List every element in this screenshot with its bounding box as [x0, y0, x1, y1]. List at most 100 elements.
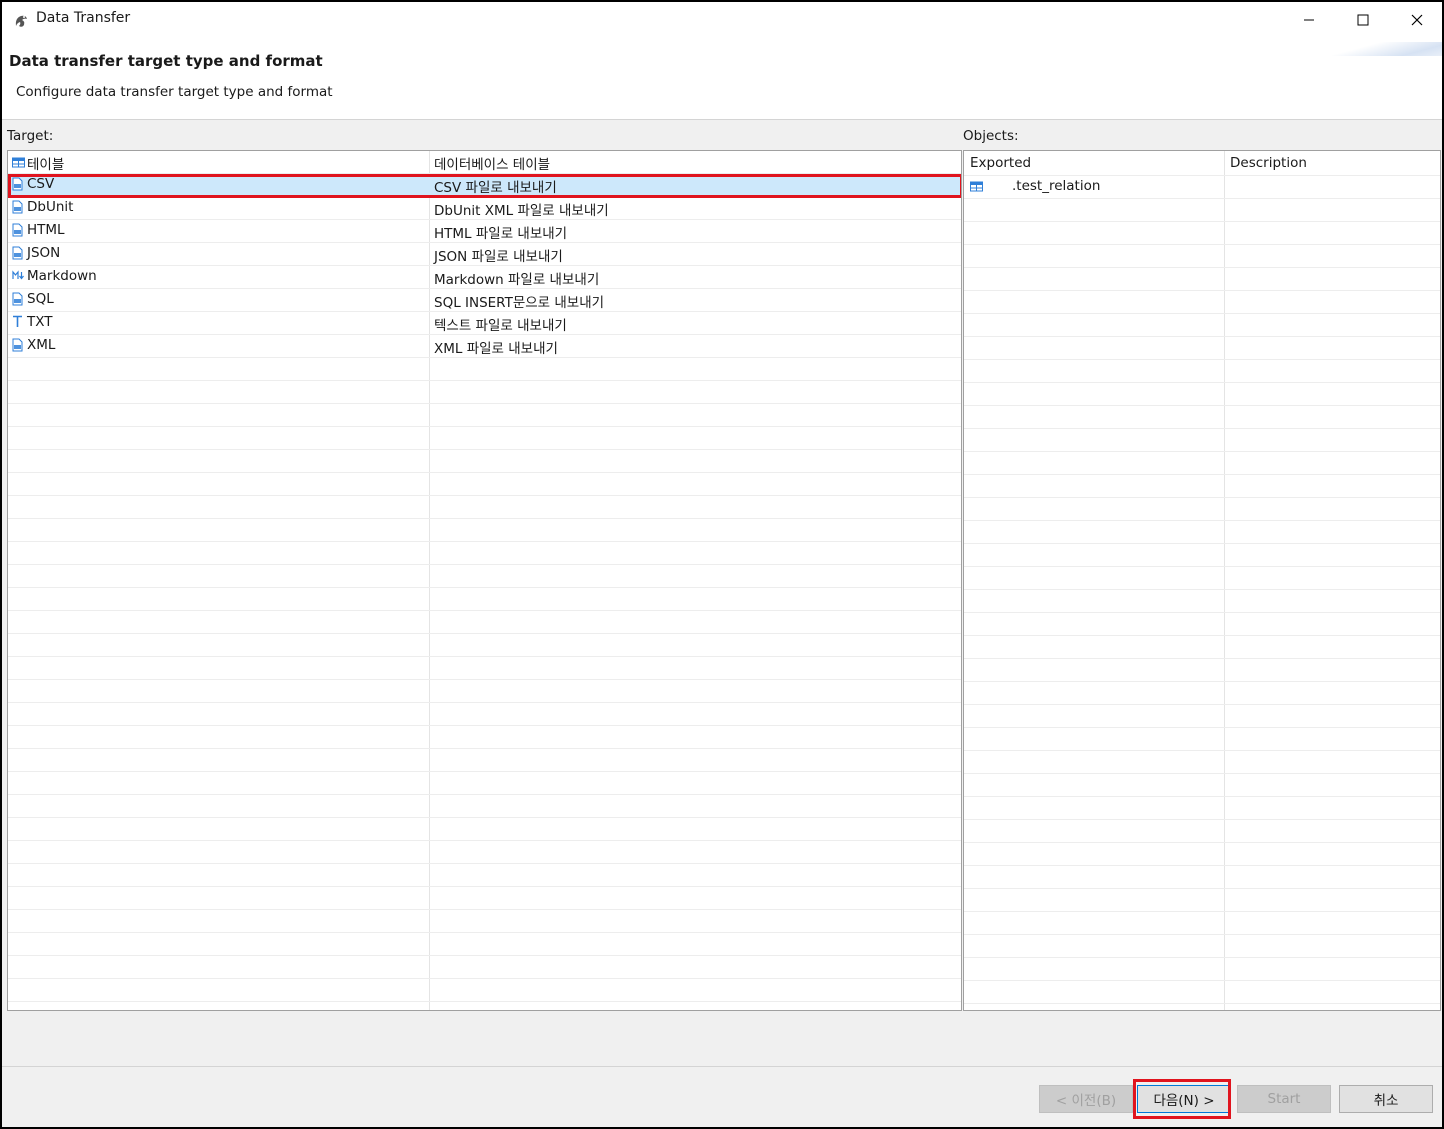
target-row: [8, 611, 961, 634]
target-row[interactable]: 테이블 데이터베이스 테이블: [8, 151, 961, 174]
target-name-cell: JSON: [12, 245, 60, 261]
target-name-cell: SQL: [12, 291, 54, 307]
objects-row: [964, 912, 1440, 935]
target-row[interactable]: Markdown Markdown 파일로 내보내기: [8, 266, 961, 289]
data-transfer-window: Data Transfer Data transfer target type …: [0, 0, 1444, 1129]
target-description: JSON 파일로 내보내기: [434, 249, 563, 265]
minimize-button[interactable]: [1282, 2, 1336, 38]
objects-row: [964, 360, 1440, 383]
file-icon: [12, 338, 25, 353]
objects-row: [964, 498, 1440, 521]
target-row[interactable]: JSON JSON 파일로 내보내기: [8, 243, 961, 266]
target-row: [8, 726, 961, 749]
target-name: Markdown: [27, 268, 97, 284]
target-table[interactable]: 테이블 데이터베이스 테이블 CSV CSV 파일로 내보내기 DbUnit DbUnit…: [7, 150, 962, 1011]
target-description: XML 파일로 내보내기: [434, 341, 558, 357]
objects-row: [964, 797, 1440, 820]
objects-row: [964, 866, 1440, 889]
target-row: [8, 519, 961, 542]
objects-row[interactable]: .test_relation: [964, 176, 1440, 199]
objects-row: [964, 751, 1440, 774]
target-name-cell: HTML: [12, 222, 65, 238]
target-row: [8, 473, 961, 496]
objects-row: [964, 590, 1440, 613]
markdown-icon: [12, 269, 25, 284]
start-button[interactable]: Start: [1237, 1085, 1331, 1113]
target-row: [8, 979, 961, 1002]
file-icon: [12, 200, 25, 215]
objects-row: [964, 245, 1440, 268]
back-button[interactable]: < 이전(B): [1039, 1085, 1133, 1113]
objects-row: [964, 889, 1440, 912]
wizard-header: Data transfer target type and format Con…: [2, 40, 1442, 120]
objects-row: [964, 406, 1440, 429]
target-name-cell: 테이블: [12, 153, 64, 173]
target-name: TXT: [27, 314, 53, 330]
objects-row: [964, 567, 1440, 590]
app-logo-icon: [12, 12, 30, 30]
target-description: CSV 파일로 내보내기: [434, 180, 557, 196]
cancel-button[interactable]: 취소: [1339, 1085, 1433, 1113]
objects-label: Objects:: [963, 128, 1019, 144]
target-row: [8, 565, 961, 588]
target-label: Target:: [7, 128, 54, 144]
objects-row: [964, 199, 1440, 222]
target-row[interactable]: DbUnit DbUnit XML 파일로 내보내기: [8, 197, 961, 220]
file-icon: [12, 292, 25, 307]
target-row[interactable]: SQL SQL INSERT문으로 내보내기: [8, 289, 961, 312]
target-description: HTML 파일로 내보내기: [434, 226, 568, 242]
page-title: Data transfer target type and format: [9, 52, 323, 70]
objects-row: [964, 613, 1440, 636]
target-name: DbUnit: [27, 199, 74, 215]
objects-row: [964, 314, 1440, 337]
column-header[interactable]: Exported: [970, 155, 1031, 171]
target-row: [8, 496, 961, 519]
table-icon: [970, 180, 983, 195]
target-row[interactable]: TXT 텍스트 파일로 내보내기: [8, 312, 961, 335]
target-row[interactable]: CSV CSV 파일로 내보내기: [8, 174, 961, 197]
target-name: HTML: [27, 222, 65, 238]
objects-row: [964, 728, 1440, 751]
objects-row: [964, 268, 1440, 291]
page-description: Configure data transfer target type and …: [16, 84, 333, 100]
maximize-button[interactable]: [1336, 2, 1390, 38]
window-title: Data Transfer: [36, 10, 131, 26]
target-row[interactable]: HTML HTML 파일로 내보내기: [8, 220, 961, 243]
objects-row: [964, 636, 1440, 659]
close-button[interactable]: [1390, 2, 1444, 38]
target-name-cell: TXT: [12, 314, 53, 330]
target-row: [8, 818, 961, 841]
target-name: SQL: [27, 291, 54, 307]
wizard-footer: < 이전(B) 다음(N) > Start 취소: [2, 1067, 1442, 1127]
target-name: CSV: [27, 176, 55, 192]
target-name-cell: CSV: [12, 176, 54, 192]
next-button[interactable]: 다음(N) >: [1137, 1085, 1231, 1113]
objects-header-row: Exported Description: [964, 151, 1440, 176]
target-row[interactable]: XML XML 파일로 내보내기: [8, 335, 961, 358]
text-icon: [12, 315, 25, 330]
target-row: [8, 657, 961, 680]
target-row: [8, 588, 961, 611]
objects-row: [964, 383, 1440, 406]
target-row: [8, 841, 961, 864]
target-description: Markdown 파일로 내보내기: [434, 272, 600, 288]
file-icon: [12, 246, 25, 261]
target-row: [8, 887, 961, 910]
objects-table[interactable]: Exported Description .test_relation: [963, 150, 1441, 1011]
objects-row: [964, 682, 1440, 705]
target-row: [8, 772, 961, 795]
target-row: [8, 749, 961, 772]
column-header[interactable]: Description: [1230, 155, 1307, 171]
objects-row: [964, 981, 1440, 1004]
title-bar: Data Transfer: [2, 2, 1442, 40]
file-icon: [12, 177, 25, 192]
target-row: [8, 910, 961, 933]
objects-row: [964, 705, 1440, 728]
wizard-content: Target: Objects: 테이블 데이터베이스 테이블 CSV CSV 파일로…: [2, 120, 1442, 1066]
target-name: XML: [27, 337, 56, 353]
target-name-cell: Markdown: [12, 268, 97, 284]
objects-row: [964, 429, 1440, 452]
target-name: JSON: [27, 245, 61, 261]
target-row: [8, 956, 961, 979]
header-decoration: [1332, 42, 1442, 56]
